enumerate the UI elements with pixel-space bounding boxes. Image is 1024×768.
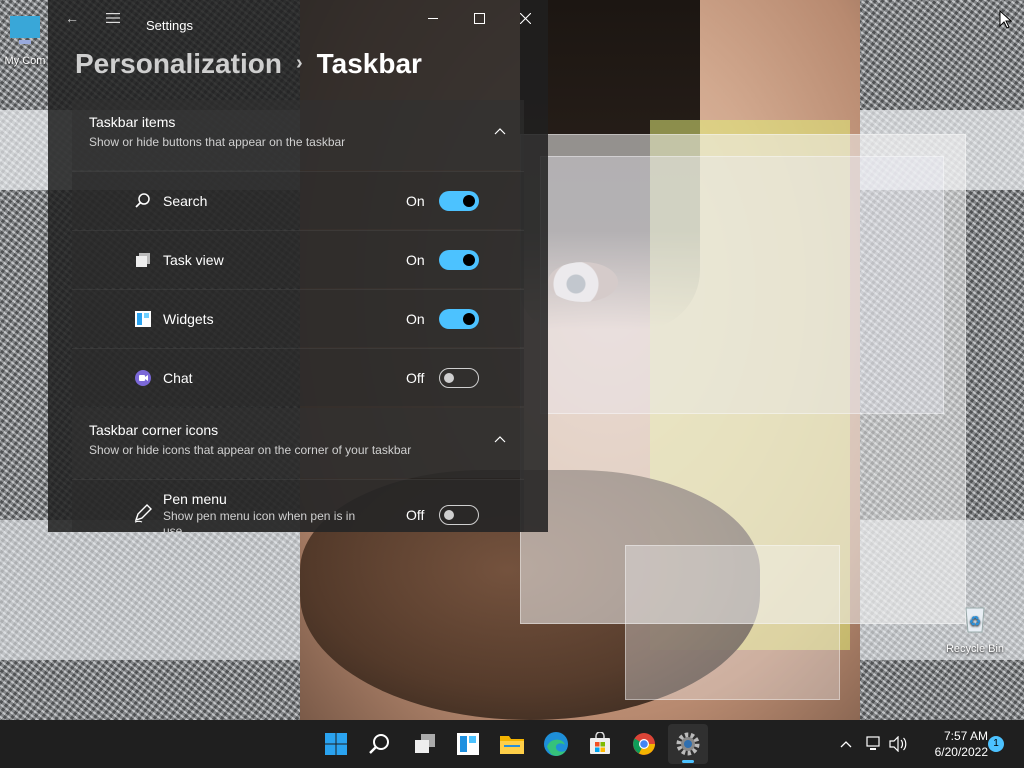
svg-text:♻: ♻ (969, 613, 982, 629)
volume-icon (889, 736, 907, 752)
task-view-icon (415, 734, 435, 753)
chevron-up-icon (840, 741, 852, 748)
pen-icon (134, 504, 152, 523)
section-subtitle: Show or hide icons that appear on the co… (89, 443, 412, 457)
settings-window: ← Settings Personalization › Taskbar Taskb… (48, 0, 548, 532)
maximize-button[interactable] (456, 4, 502, 32)
corner-icons-header[interactable]: Taskbar corner icons Show or hide icons … (72, 408, 524, 478)
start-icon (325, 733, 347, 755)
breadcrumb: Personalization › Taskbar (75, 48, 422, 80)
taskbar-file-explorer-button[interactable] (492, 724, 532, 764)
setting-row-chat: Chat Off (72, 348, 524, 406)
setting-label: Widgets (163, 311, 214, 327)
taskbar-search-button[interactable] (360, 724, 400, 764)
widgets-toggle[interactable] (439, 309, 479, 329)
desktop-icon-recycle-bin[interactable]: ♻ Recycle Bin (940, 600, 1010, 655)
mouse-cursor-icon (999, 10, 1013, 29)
edge-icon (544, 732, 568, 756)
taskbar-settings-button[interactable] (668, 724, 708, 764)
setting-label: Task view (163, 252, 224, 268)
show-hidden-icons-button[interactable] (836, 720, 856, 768)
breadcrumb-parent[interactable]: Personalization (75, 48, 282, 79)
volume-button[interactable] (887, 720, 909, 768)
taskbar-edge-button[interactable] (536, 724, 576, 764)
clock-time: 7:57 AM (943, 729, 988, 743)
menu-icon[interactable] (105, 10, 121, 26)
store-icon (590, 732, 610, 754)
setting-row-task-view: Task view On (72, 230, 524, 288)
title-bar[interactable]: ← Settings (48, 0, 548, 36)
pen-menu-toggle[interactable] (439, 505, 479, 525)
chat-toggle[interactable] (439, 368, 479, 388)
setting-row-widgets: Widgets On (72, 289, 524, 347)
back-arrow-icon[interactable]: ← (64, 10, 80, 26)
taskbar: 7:57 AM 6/20/2022 (0, 720, 1024, 768)
toggle-state: Off (406, 507, 425, 523)
toggle-state: On (406, 193, 425, 209)
toggle-state: Off (406, 370, 425, 386)
setting-row-search: Search On (72, 171, 524, 229)
running-indicator (682, 760, 694, 763)
section-title: Taskbar corner icons (89, 422, 219, 438)
setting-row-pen-menu: Pen menu Show pen menu icon when pen is … (72, 479, 524, 532)
taskbar-items-header[interactable]: Taskbar items Show or hide buttons that … (72, 100, 524, 170)
start-button[interactable] (316, 724, 356, 764)
task-view-icon (136, 253, 150, 267)
close-button[interactable] (502, 4, 548, 32)
chevron-up-icon[interactable] (492, 124, 508, 140)
search-icon (135, 193, 150, 208)
minimize-button[interactable] (410, 4, 456, 32)
widgets-icon (457, 733, 479, 755)
setting-label: Pen menu (163, 491, 227, 507)
search-icon (369, 734, 389, 754)
chrome-icon (633, 733, 655, 755)
page-title: Taskbar (316, 48, 422, 79)
section-subtitle: Show or hide buttons that appear on the … (89, 135, 346, 149)
section-title: Taskbar items (89, 114, 176, 130)
taskbar-chrome-button[interactable] (624, 724, 664, 764)
notification-badge[interactable]: 1 (988, 736, 1004, 752)
breadcrumb-separator: › (295, 52, 303, 74)
network-icon (866, 736, 880, 750)
toggle-state: On (406, 252, 425, 268)
taskbar-widgets-button[interactable] (448, 724, 488, 764)
search-toggle[interactable] (439, 191, 479, 211)
system-clock[interactable]: 7:57 AM 6/20/2022 (916, 728, 988, 760)
toggle-state: On (406, 311, 425, 327)
window-title: Settings (146, 18, 193, 33)
widgets-icon (135, 311, 151, 327)
setting-sublabel: Show pen menu icon when pen is in use (163, 509, 356, 532)
recycle-bin-icon: ♻ (965, 607, 985, 633)
desktop-icon-label: Recycle Bin (945, 643, 1005, 655)
settings-icon (676, 732, 700, 756)
file-explorer-icon (500, 736, 524, 754)
setting-label: Search (163, 193, 208, 209)
taskbar-store-button[interactable] (580, 724, 620, 764)
clock-date: 6/20/2022 (934, 745, 988, 759)
taskbar-task-view-button[interactable] (405, 724, 445, 764)
setting-label: Chat (163, 370, 193, 386)
chevron-up-icon[interactable] (492, 432, 508, 448)
computer-icon (10, 16, 40, 44)
chat-icon (135, 370, 151, 386)
network-button[interactable] (862, 720, 884, 768)
task-view-toggle[interactable] (439, 250, 479, 270)
